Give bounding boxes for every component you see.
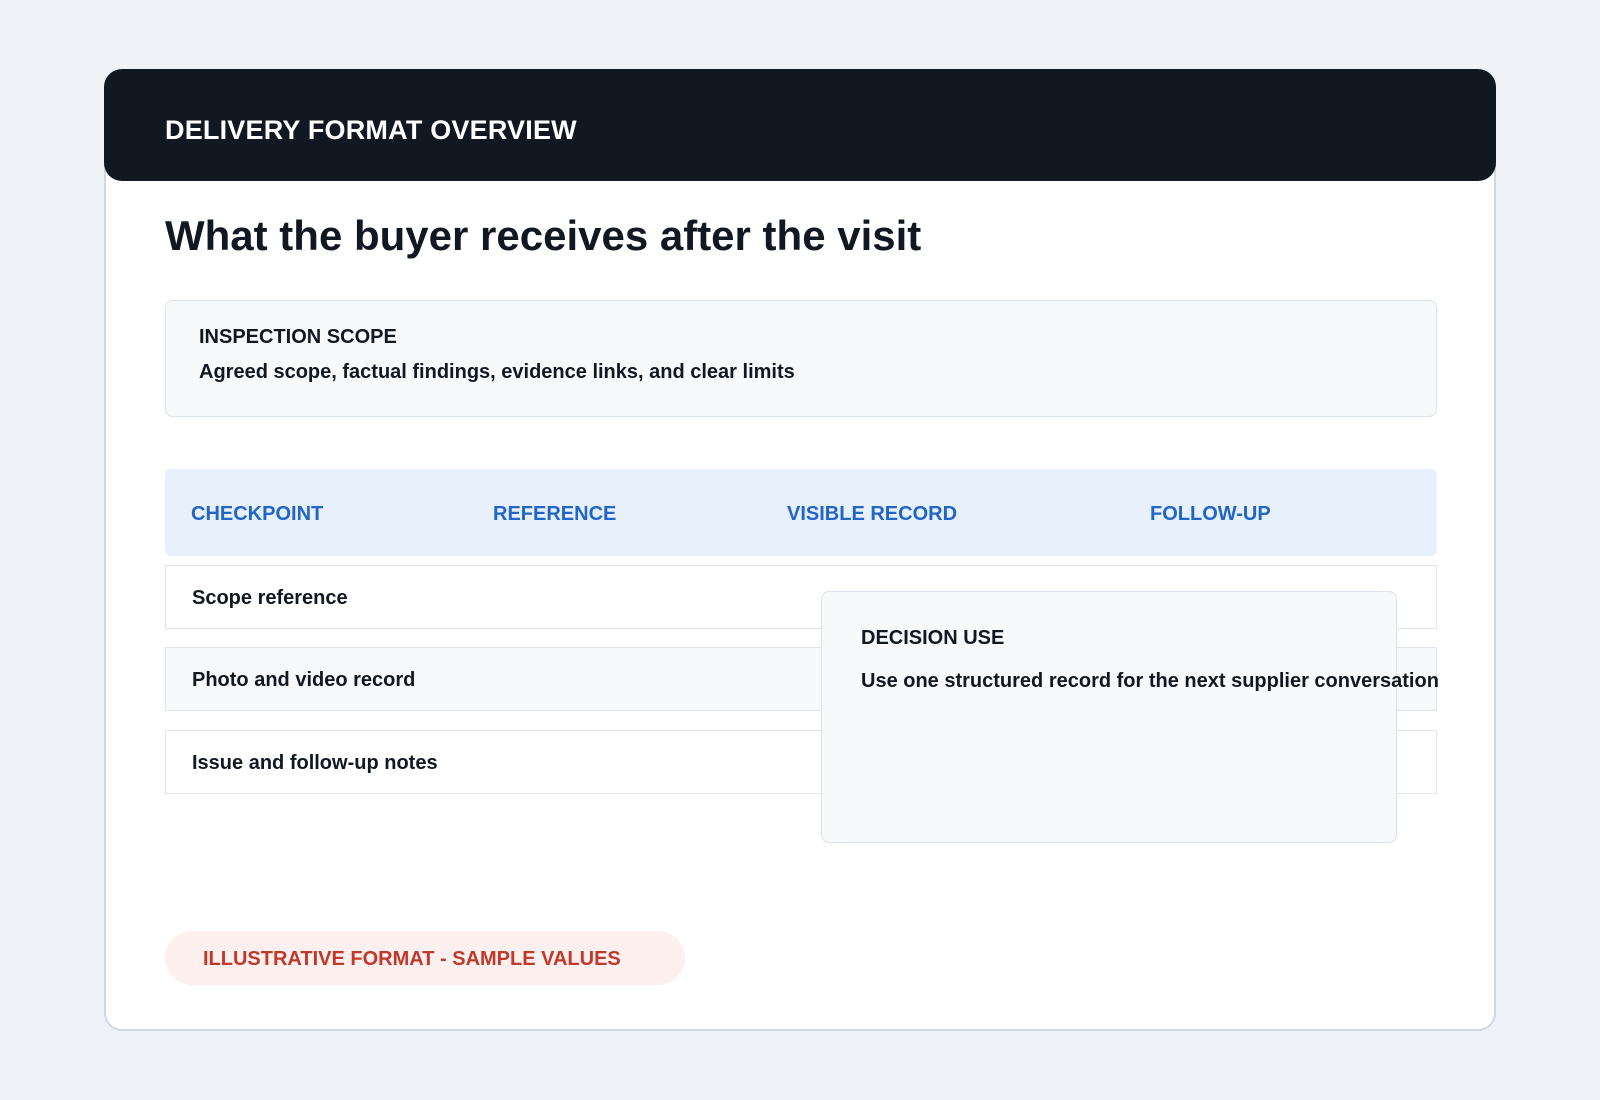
inspection-scope-label: INSPECTION SCOPE (199, 326, 397, 348)
sample-values-badge: ILLUSTRATIVE FORMAT - SAMPLE VALUES (165, 931, 685, 985)
row-checkpoint: Scope reference (192, 587, 348, 609)
decision-use-text: Use one structured record for the next s… (861, 670, 1439, 692)
column-header-reference: REFERENCE (493, 503, 617, 525)
row-checkpoint: Photo and video record (192, 669, 416, 691)
decision-use-label: DECISION USE (861, 627, 1005, 649)
column-header-visible-record: VISIBLE RECORD (787, 503, 958, 525)
page-title: What the buyer receives after the visit (165, 212, 922, 259)
column-header-follow-up: FOLLOW-UP (1150, 503, 1271, 525)
sample-values-badge-text: ILLUSTRATIVE FORMAT - SAMPLE VALUES (203, 948, 621, 970)
eyebrow-title: DELIVERY FORMAT OVERVIEW (165, 115, 577, 145)
row-checkpoint: Issue and follow-up notes (192, 752, 438, 774)
inspection-scope-box: INSPECTION SCOPE Agreed scope, factual f… (165, 300, 1437, 417)
format-card: DELIVERY FORMAT OVERVIEW What the buyer … (104, 69, 1496, 1031)
column-header-checkpoint: CHECKPOINT (191, 503, 324, 525)
table-header: CHECKPOINT REFERENCE VISIBLE RECORD FOLL… (165, 469, 1437, 556)
inspection-scope-text: Agreed scope, factual findings, evidence… (199, 361, 795, 383)
decision-use-panel: DECISION USE Use one structured record f… (821, 591, 1439, 843)
header-bar: DELIVERY FORMAT OVERVIEW (104, 69, 1496, 181)
